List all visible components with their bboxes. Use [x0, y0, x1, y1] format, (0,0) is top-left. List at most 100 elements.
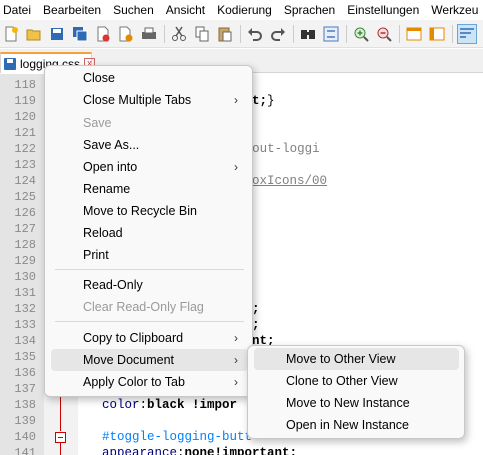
code-token: : [139, 398, 148, 412]
replace-icon[interactable] [322, 25, 340, 43]
menu-separator [55, 321, 244, 322]
new-file-icon[interactable] [2, 25, 20, 43]
line-number: 134 [14, 334, 36, 348]
toolbar-separator [346, 24, 347, 43]
code-token: #toggle-logging-butt [102, 430, 253, 444]
zoom-in-icon[interactable] [352, 25, 370, 43]
toolbar [0, 20, 483, 48]
menu-item-label: Open into [83, 160, 138, 174]
menu-ansicht[interactable]: Ansicht [160, 0, 211, 20]
save-all-icon[interactable] [71, 25, 89, 43]
line-number: 128 [14, 238, 36, 252]
menu-item-label: Apply Color to Tab [83, 375, 185, 389]
menu-item-reload[interactable]: Reload [51, 222, 248, 244]
line-number: 139 [14, 414, 36, 428]
line-number: 126 [14, 206, 36, 220]
chevron-right-icon: › [234, 331, 238, 345]
menu-suchen[interactable]: Suchen [107, 0, 160, 20]
print-icon[interactable] [140, 25, 158, 43]
menu-item-read-only[interactable]: Read-Only [51, 274, 248, 296]
line-number: 127 [14, 222, 36, 236]
close-file-icon[interactable] [94, 25, 112, 43]
saved-file-icon [4, 57, 16, 70]
close-all-icon[interactable] [117, 25, 135, 43]
line-number: 130 [14, 270, 36, 284]
submenu-item-open-in-new-instance[interactable]: Open in New Instance [254, 414, 459, 436]
redo-icon[interactable] [269, 25, 287, 43]
code-line[interactable]: #toggle-logging-butt [102, 429, 252, 445]
code-line[interactable]: appearance:none!important; [102, 445, 297, 455]
menu-item-label: Close [83, 71, 115, 85]
menu-item-close-multiple-tabs[interactable]: Close Multiple Tabs › [51, 89, 248, 111]
menu-item-label: Reload [83, 226, 123, 240]
menu-item-move-to-recycle-bin[interactable]: Move to Recycle Bin [51, 200, 248, 222]
chevron-right-icon: › [234, 353, 238, 367]
save-icon[interactable] [48, 25, 66, 43]
menu-datei[interactable]: Datei [0, 0, 37, 20]
code-token: } [267, 94, 275, 108]
tab-context-menu: Close Close Multiple Tabs › Save Save As... O… [44, 65, 253, 397]
submenu-item-move-to-other-view[interactable]: Move to Other View [254, 348, 459, 370]
line-number: 136 [14, 366, 36, 380]
line-number: 133 [14, 318, 36, 332]
submenu-item-move-to-new-instance[interactable]: Move to New Instance [254, 392, 459, 414]
menu-item-label: Clear Read-Only Flag [83, 300, 204, 314]
line-number: 132 [14, 302, 36, 316]
open-file-icon[interactable] [25, 25, 43, 43]
line-number: 123 [14, 158, 36, 172]
copy-icon[interactable] [193, 25, 211, 43]
menu-item-label: Close Multiple Tabs [83, 93, 192, 107]
cut-icon[interactable] [170, 25, 188, 43]
find-icon[interactable] [299, 25, 317, 43]
line-number: 131 [14, 286, 36, 300]
chevron-right-icon: › [234, 93, 238, 107]
code-line[interactable]: color:black !impor [102, 397, 237, 413]
fold-line [60, 443, 61, 455]
line-number-gutter: 118 119 120 121 122 123 124 125 126 127 128 129 130 1… [0, 74, 44, 455]
menu-item-clear-read-only-flag: Clear Read-Only Flag [51, 296, 248, 318]
toolbar-separator [164, 24, 165, 43]
line-number: 137 [14, 382, 36, 396]
line-number: 124 [14, 174, 36, 188]
code-token: none!important; [184, 446, 298, 455]
menu-werkzeuge[interactable]: Werkzeu [425, 0, 483, 20]
menu-item-move-document[interactable]: Move Document › [51, 349, 248, 371]
zoom-out-icon[interactable] [375, 25, 393, 43]
menu-item-copy-to-clipboard[interactable]: Copy to Clipboard › [51, 327, 248, 349]
menu-sprachen[interactable]: Sprachen [278, 0, 341, 20]
notepadpp-window: Datei Bearbeiten Suchen Ansicht Kodierun… [0, 0, 483, 455]
menu-item-save-as[interactable]: Save As... [51, 134, 248, 156]
sync-horizontal-icon[interactable] [428, 25, 446, 43]
code-token: black !impor [147, 398, 238, 412]
menu-bearbeiten[interactable]: Bearbeiten [37, 0, 107, 20]
menu-item-label: Save [83, 116, 112, 130]
line-number: 118 [14, 78, 36, 92]
word-wrap-icon[interactable] [457, 23, 477, 44]
menu-kodierung[interactable]: Kodierung [211, 0, 278, 20]
menu-einstellungen[interactable]: Einstellungen [341, 0, 425, 20]
move-document-submenu: Move to Other View Clone to Other View Mov… [247, 345, 465, 439]
chevron-right-icon: › [234, 375, 238, 389]
menu-item-open-into[interactable]: Open into › [51, 156, 248, 178]
line-number: 140 [14, 430, 36, 444]
fold-toggle-icon[interactable] [55, 432, 66, 443]
paste-icon[interactable] [216, 25, 234, 43]
sync-vertical-icon[interactable] [405, 25, 423, 43]
menu-item-label: Copy to Clipboard [83, 331, 184, 345]
menu-item-apply-color-to-tab[interactable]: Apply Color to Tab › [51, 371, 248, 393]
menu-item-rename[interactable]: Rename [51, 178, 248, 200]
submenu-item-clone-to-other-view[interactable]: Clone to Other View [254, 370, 459, 392]
menu-item-label: Save As... [83, 138, 140, 152]
menu-item-close[interactable]: Close [51, 67, 248, 89]
menu-item-label: Print [83, 248, 109, 262]
menu-item-save: Save [51, 112, 248, 134]
line-number: 138 [14, 398, 36, 412]
menu-item-print[interactable]: Print [51, 244, 248, 266]
menu-bar: Datei Bearbeiten Suchen Ansicht Kodierun… [0, 0, 483, 20]
line-number: 120 [14, 110, 36, 124]
menu-separator [55, 269, 244, 270]
undo-icon[interactable] [246, 25, 264, 43]
line-number: 129 [14, 254, 36, 268]
line-number: 119 [14, 94, 36, 108]
line-number: 135 [14, 350, 36, 364]
